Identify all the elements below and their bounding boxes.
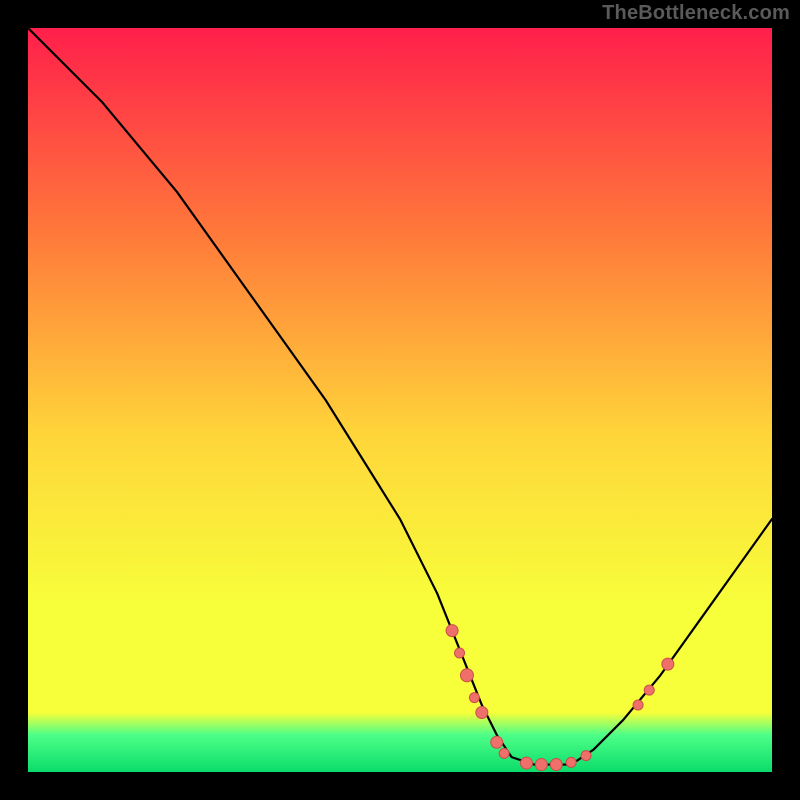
curve-marker <box>455 648 465 658</box>
curve-marker <box>446 625 458 637</box>
curve-marker <box>581 751 591 761</box>
curve-marker <box>520 757 532 769</box>
chart-frame: TheBottleneck.com <box>0 0 800 800</box>
curve-marker <box>550 759 562 771</box>
gradient-background <box>28 28 772 772</box>
curve-marker <box>499 748 509 758</box>
chart-svg <box>28 28 772 772</box>
curve-marker <box>535 759 547 771</box>
curve-marker <box>633 700 643 710</box>
plot-area <box>28 28 772 772</box>
curve-marker <box>644 685 654 695</box>
curve-marker <box>566 757 576 767</box>
curve-marker <box>460 669 473 682</box>
curve-marker <box>469 693 479 703</box>
curve-marker <box>476 706 488 718</box>
curve-marker <box>662 658 674 670</box>
curve-marker <box>491 736 503 748</box>
attribution-label: TheBottleneck.com <box>602 2 790 25</box>
